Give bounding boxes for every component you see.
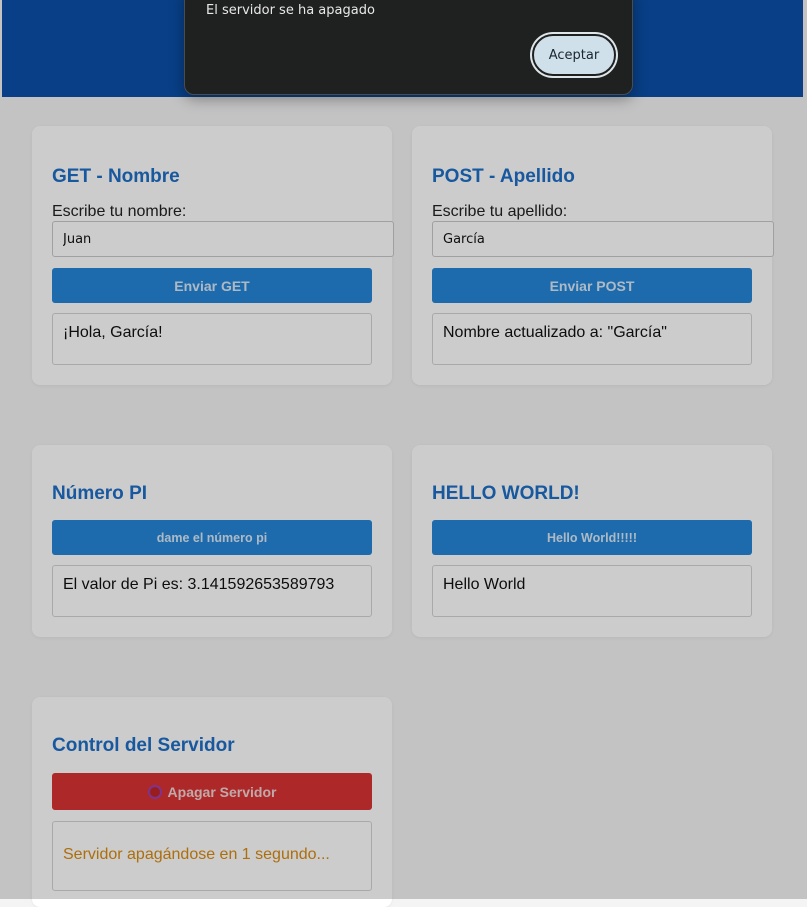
get-result-box: ¡Hola, García! (52, 313, 372, 365)
get-card: GET - Nombre Escribe tu nombre: Enviar G… (32, 126, 394, 385)
server-status-box: Servidor apagándose en 1 segundo... (52, 821, 372, 891)
pi-card-title: Número PI (52, 483, 148, 504)
hello-card-title: HELLO WORLD! (432, 483, 580, 504)
hello-card: HELLO WORLD! Hello World!!!!! Hello Worl… (412, 445, 772, 637)
hello-world-button[interactable]: Hello World!!!!! (432, 520, 752, 555)
server-control-card: Control del Servidor Apagar Servidor Ser… (32, 697, 392, 907)
post-card: POST - Apellido Escribe tu apellido: Env… (412, 126, 774, 385)
pi-result-box: El valor de Pi es: 3.141592653589793 (52, 565, 372, 617)
server-card-title: Control del Servidor (52, 735, 235, 756)
send-post-button[interactable]: Enviar POST (432, 268, 752, 303)
name-input[interactable] (52, 221, 394, 257)
send-get-button[interactable]: Enviar GET (52, 268, 372, 303)
pi-card: Número PI dame el número pi El valor de … (32, 445, 392, 637)
alert-message: El servidor se ha apagado (206, 3, 375, 18)
shutdown-server-button[interactable]: Apagar Servidor (52, 773, 372, 810)
get-pi-button[interactable]: dame el número pi (52, 520, 372, 555)
surname-field-label: Escribe tu apellido: (432, 203, 568, 220)
accept-button[interactable]: Aceptar (532, 34, 616, 76)
loading-spinner-icon (147, 784, 162, 799)
hello-result-box: Hello World (432, 565, 752, 617)
post-card-title: POST - Apellido (432, 166, 575, 187)
alert-dialog: El servidor se ha apagado Aceptar (184, 0, 633, 95)
get-card-title: GET - Nombre (52, 166, 180, 187)
name-field-label: Escribe tu nombre: (52, 203, 187, 220)
server-status-text: Servidor apagándose en 1 segundo... (63, 846, 330, 863)
surname-input[interactable] (432, 221, 774, 257)
post-result-box: Nombre actualizado a: "García" (432, 313, 752, 365)
shutdown-button-label: Apagar Servidor (167, 783, 277, 800)
